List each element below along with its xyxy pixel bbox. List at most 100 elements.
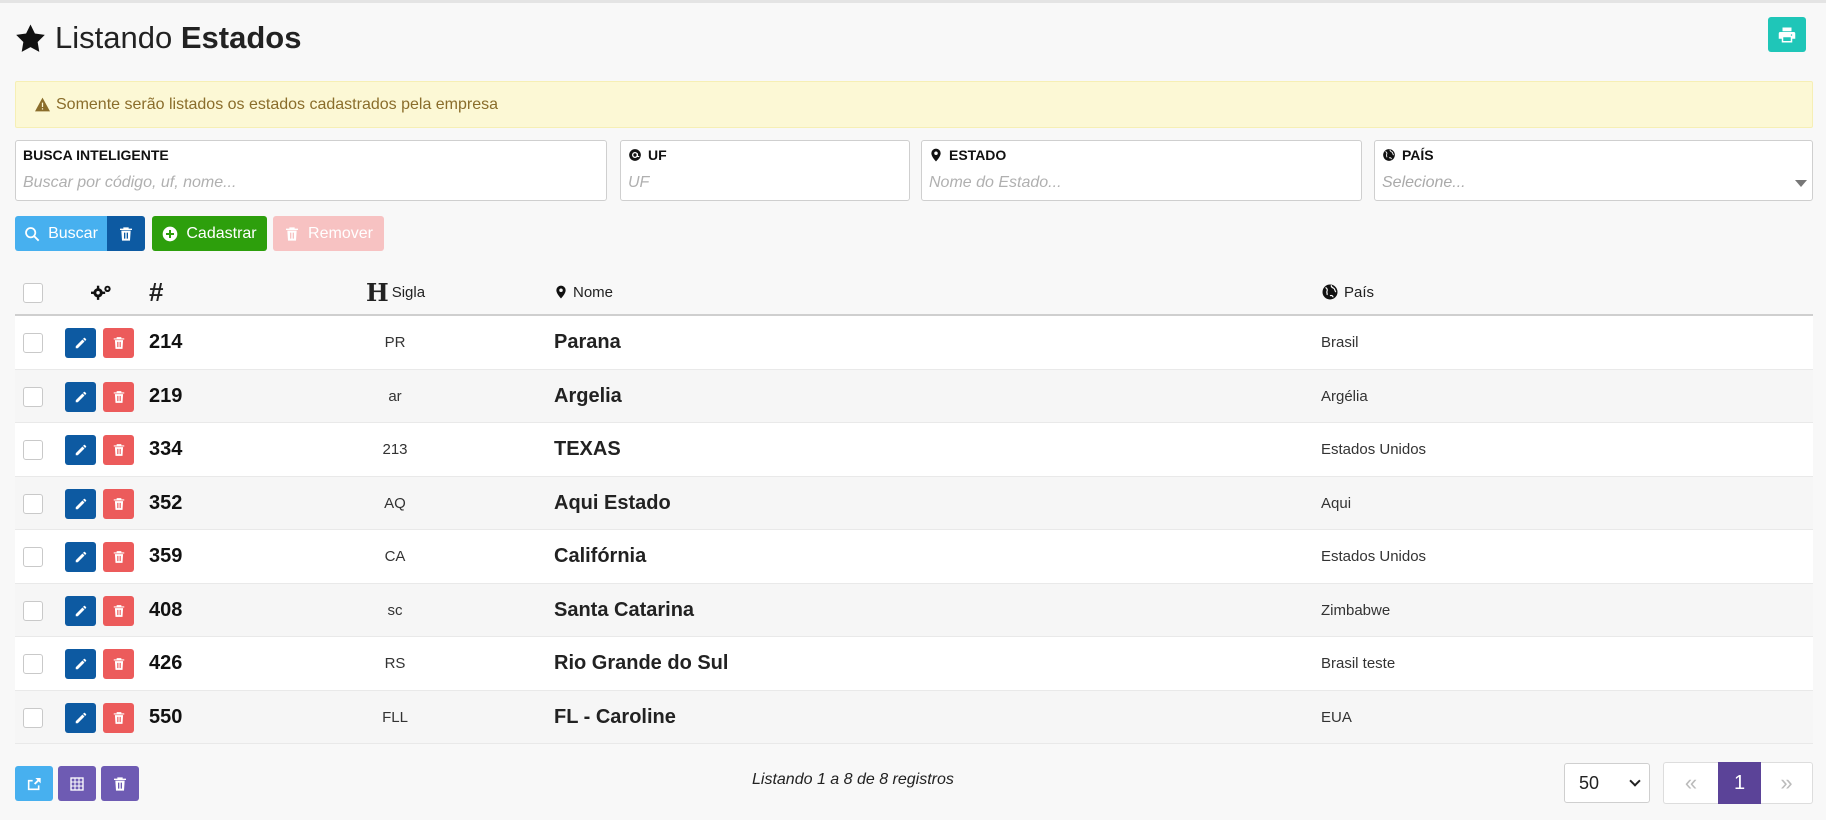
row-nome[interactable]: Argelia: [554, 370, 622, 423]
trash-icon: [120, 226, 132, 241]
map-marker-icon: [556, 285, 566, 299]
row-checkbox[interactable]: [23, 547, 43, 567]
pencil-icon: [75, 444, 86, 456]
clear-filters-button[interactable]: [107, 216, 145, 251]
trash-icon: [114, 776, 126, 791]
estado-input[interactable]: [929, 170, 1354, 196]
edit-button[interactable]: [65, 435, 96, 465]
edit-button[interactable]: [65, 595, 96, 626]
register-label: Cadastrar: [186, 224, 257, 242]
page-size-value: 50: [1579, 772, 1600, 793]
delete-button[interactable]: [103, 649, 134, 679]
trash-icon: [286, 226, 299, 241]
edit-button[interactable]: [65, 649, 96, 679]
top-divider: [0, 0, 1826, 3]
remove-label: Remover: [308, 224, 373, 242]
edit-button[interactable]: [65, 381, 96, 412]
edit-button[interactable]: [65, 702, 96, 733]
table-row: 550 FLL FL - Caroline EUA: [15, 690, 1813, 744]
first-page-button[interactable]: «: [1663, 762, 1718, 804]
select-all-checkbox[interactable]: [23, 283, 43, 303]
pais-column-header[interactable]: País: [1321, 270, 1374, 314]
listing-summary: Listando 1 a 8 de 8 registros: [752, 771, 954, 788]
remove-button[interactable]: Remover: [273, 216, 384, 251]
last-page-button[interactable]: »: [1761, 762, 1813, 804]
row-checkbox[interactable]: [23, 386, 43, 407]
edit-button[interactable]: [65, 328, 96, 358]
columns-button[interactable]: [58, 766, 96, 801]
row-nome[interactable]: Santa Catarina: [554, 584, 694, 637]
row-nome[interactable]: Califórnia: [554, 530, 646, 583]
pais-select[interactable]: Selecione...: [1382, 170, 1807, 196]
search-button[interactable]: Buscar: [15, 216, 107, 251]
row-nome[interactable]: Aqui Estado: [554, 477, 671, 530]
pais-field: PAÍS Selecione...: [1374, 140, 1813, 201]
pencil-icon: [75, 391, 86, 402]
edit-button[interactable]: [65, 488, 96, 519]
row-checkbox[interactable]: [23, 493, 43, 514]
search-label: Buscar: [48, 224, 98, 242]
page-size-select[interactable]: 50: [1564, 763, 1650, 803]
estado-field: ESTADO: [921, 140, 1362, 201]
trash-icon: [113, 711, 124, 724]
row-checkbox[interactable]: [23, 654, 43, 674]
row-checkbox[interactable]: [23, 440, 43, 460]
states-table: # H Sigla Nome País 214 PR Parana Brasil 219…: [15, 270, 1813, 744]
row-nome[interactable]: Parana: [554, 316, 621, 369]
print-icon: [1778, 27, 1796, 42]
trash-icon: [113, 444, 124, 456]
id-column-header[interactable]: #: [149, 270, 163, 314]
pencil-icon: [75, 605, 86, 616]
table-row: 219 ar Argelia Argélia: [15, 369, 1813, 423]
trash-icon: [113, 551, 124, 563]
row-checkbox[interactable]: [23, 600, 43, 621]
pencil-icon: [75, 551, 86, 563]
share-icon: [27, 777, 41, 790]
delete-button[interactable]: [103, 488, 134, 519]
table-row: 352 AQ Aqui Estado Aqui: [15, 476, 1813, 530]
sigla-column-header[interactable]: H Sigla: [366, 270, 425, 314]
row-nome[interactable]: TEXAS: [554, 423, 621, 476]
table-icon: [70, 776, 84, 791]
pencil-icon: [75, 498, 86, 509]
row-id: 359: [149, 545, 183, 567]
plus-circle-icon: [163, 226, 178, 241]
row-checkbox[interactable]: [23, 707, 43, 728]
delete-button[interactable]: [103, 381, 134, 412]
print-button[interactable]: [1768, 17, 1806, 52]
delete-button[interactable]: [103, 435, 134, 465]
uf-label: UF: [648, 147, 667, 163]
pais-header-label: País: [1344, 283, 1375, 301]
gears-icon: [91, 285, 111, 300]
trash-icon: [113, 337, 124, 349]
at-icon: [629, 149, 641, 161]
smart-search-input[interactable]: [23, 170, 599, 196]
trash-icon: [113, 390, 124, 403]
row-id: 334: [149, 438, 183, 460]
export-button[interactable]: [15, 766, 53, 801]
edit-button[interactable]: [65, 542, 96, 572]
delete-button[interactable]: [103, 702, 134, 733]
row-id: 426: [149, 652, 183, 674]
register-button[interactable]: Cadastrar: [152, 216, 267, 251]
pais-placeholder: Selecione...: [1382, 174, 1466, 191]
row-nome[interactable]: FL - Caroline: [554, 691, 676, 744]
row-sigla: PR: [384, 334, 406, 351]
delete-button[interactable]: [103, 542, 134, 572]
row-id: 214: [149, 331, 183, 353]
smart-search-field: BUSCA INTELIGENTE: [15, 140, 607, 201]
clear-list-button[interactable]: [101, 766, 139, 801]
page-1-button[interactable]: 1: [1718, 762, 1761, 804]
row-nome[interactable]: Rio Grande do Sul: [554, 637, 728, 690]
uf-input[interactable]: [628, 170, 902, 196]
table-row: 426 RS Rio Grande do Sul Brasil teste: [15, 637, 1813, 691]
row-sigla: AQ: [384, 494, 406, 512]
nome-column-header[interactable]: Nome: [554, 270, 613, 314]
delete-button[interactable]: [103, 328, 134, 358]
row-id: 408: [149, 598, 183, 621]
row-pais: Argélia: [1321, 387, 1368, 405]
row-pais: EUA: [1321, 708, 1352, 726]
trash-icon: [113, 604, 124, 617]
row-checkbox[interactable]: [23, 333, 43, 353]
delete-button[interactable]: [103, 595, 134, 626]
